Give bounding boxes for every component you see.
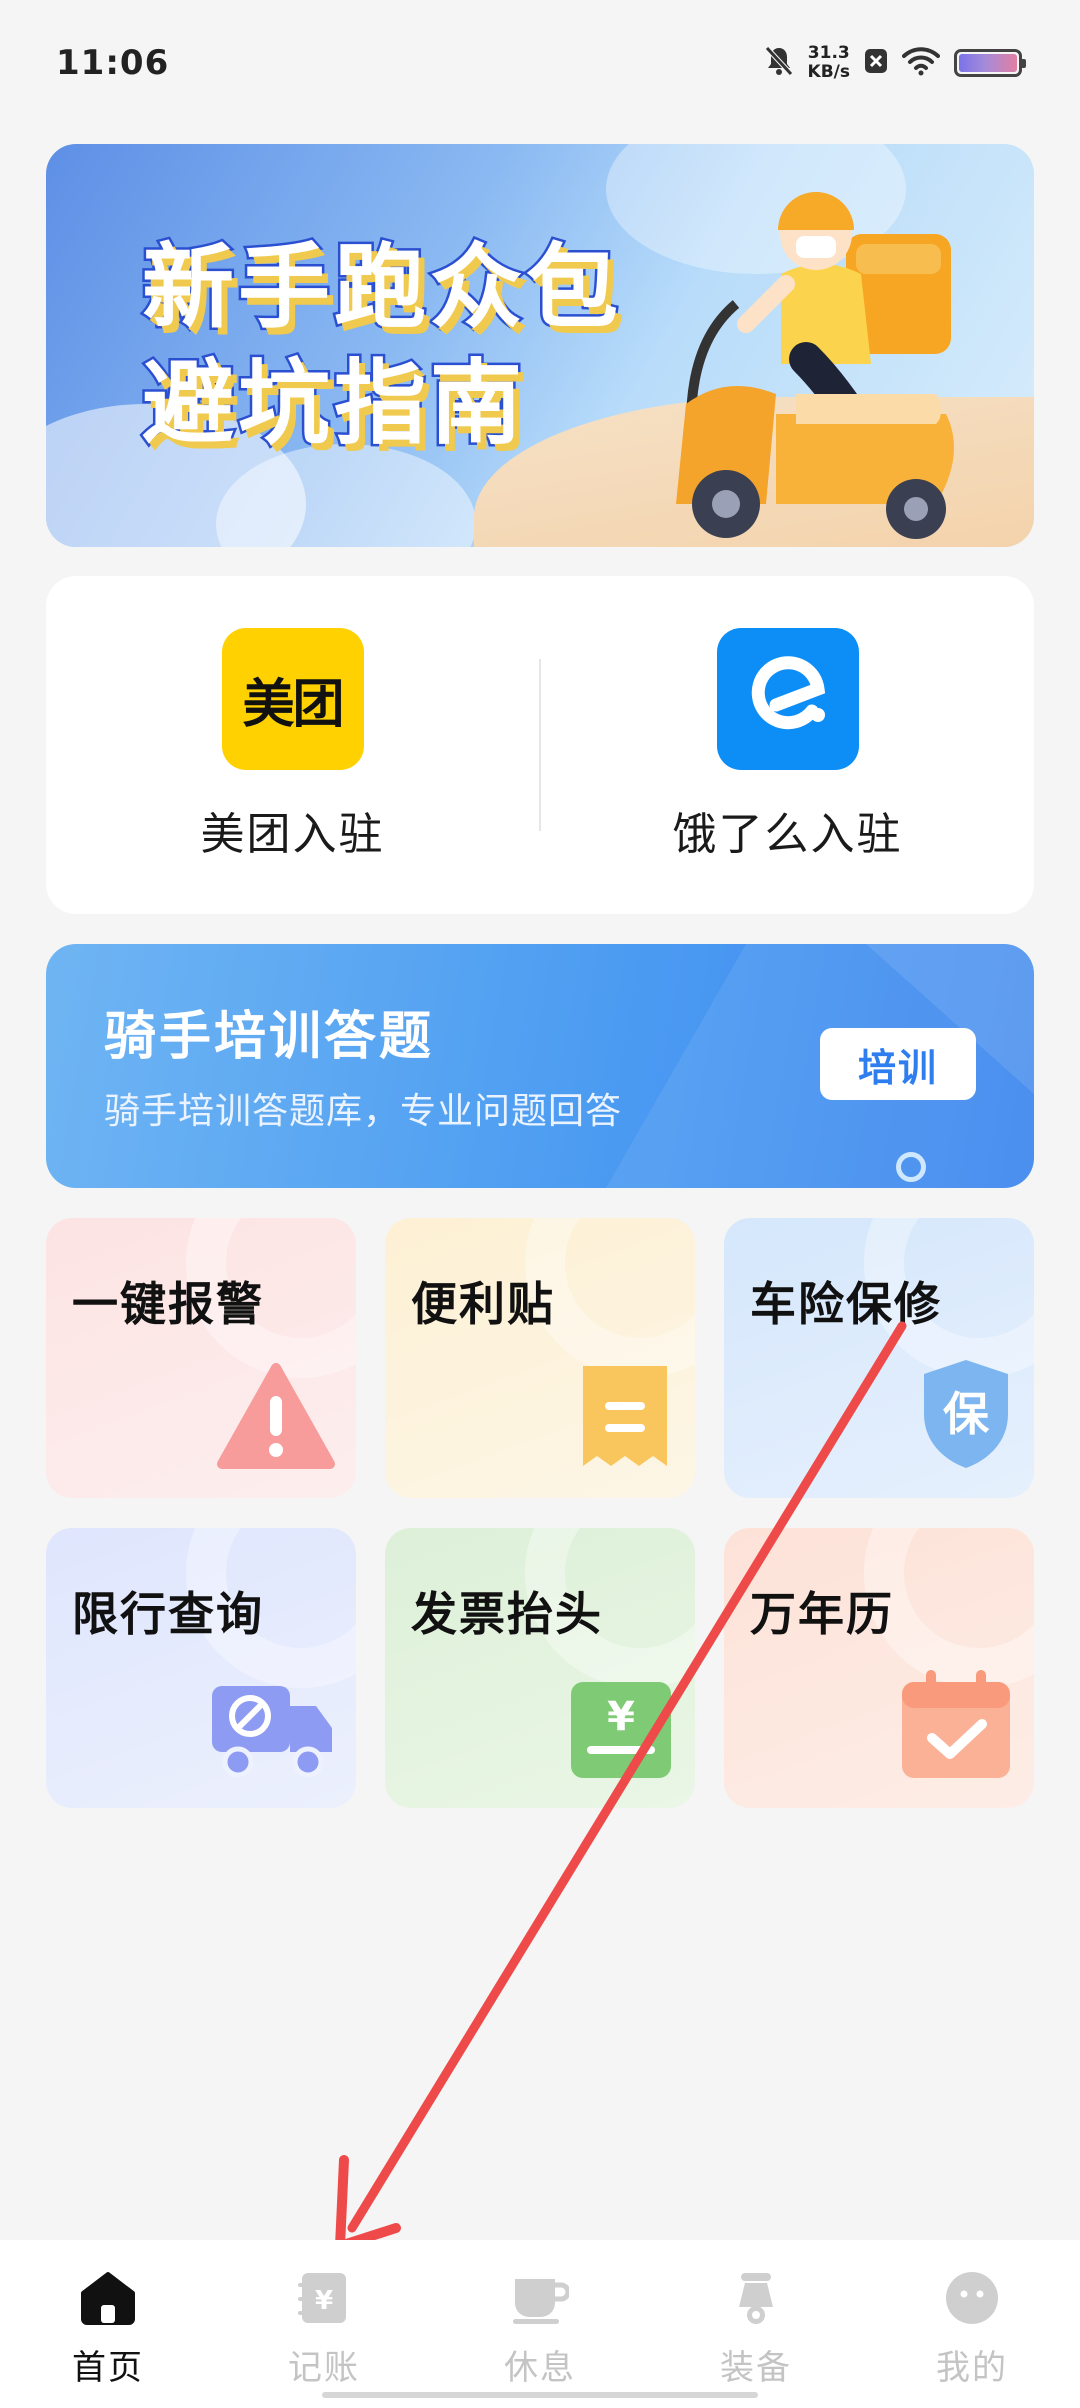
network-speed: 31.3 KB/s	[807, 42, 850, 82]
training-subtitle: 骑手培训答题库，专业问题回答	[104, 1091, 623, 1132]
meituan-logo: 美团	[221, 628, 364, 770]
status-bar: 11:06 31.3 KB/s	[0, 0, 1080, 125]
bottom-nav: 首页 ¥ 记账 休息 装备 我的	[0, 2240, 1080, 2408]
network-speed-value: 31.3	[807, 42, 850, 63]
coffee-cup-icon	[510, 2268, 570, 2328]
nav-label-rest: 休息	[504, 2348, 576, 2388]
banner-title-line1: 新手跑众包	[139, 232, 623, 344]
tool-perpetual-calendar[interactable]: 万年历	[724, 1528, 1034, 1808]
carousel-indicator	[896, 1152, 926, 1182]
nav-item-ledger[interactable]: ¥ 记账	[216, 2240, 432, 2408]
tool-label: 车险保修	[750, 1277, 942, 1331]
tool-label: 便利贴	[411, 1277, 555, 1331]
shield-icon: 保	[924, 1360, 1008, 1468]
wifi-icon	[902, 46, 940, 80]
training-banner[interactable]: 骑手培训答题 骑手培训答题库，专业问题回答 培训	[46, 944, 1034, 1188]
platform-signup-card: 美团 美团入驻 饿了么入驻	[46, 576, 1034, 914]
status-time: 11:06	[56, 42, 170, 83]
home-indicator[interactable]	[322, 2392, 758, 2398]
ledger-icon-char: ¥	[315, 2286, 333, 2316]
tool-label: 发票抬头	[411, 1587, 603, 1641]
close-box-icon	[864, 47, 888, 79]
home-icon	[78, 2268, 138, 2328]
tool-label: 限行查询	[72, 1587, 264, 1641]
meituan-signup[interactable]: 美团 美团入驻	[46, 628, 539, 862]
eleme-signup[interactable]: 饿了么入驻	[541, 628, 1034, 862]
tool-vehicle-insurance[interactable]: 车险保修 保	[724, 1218, 1034, 1498]
tool-sticky-note[interactable]: 便利贴	[385, 1218, 695, 1498]
warning-icon	[217, 1363, 335, 1469]
banner-title: 新手跑众包 避坑指南	[139, 230, 623, 462]
nav-label-profile: 我的	[936, 2348, 1008, 2388]
network-speed-unit: KB/s	[807, 61, 850, 82]
nav-label-ledger: 记账	[288, 2348, 360, 2388]
training-title: 骑手培训答题	[104, 1007, 435, 1067]
scooter-icon	[726, 2268, 786, 2328]
eleme-logo-icon	[716, 628, 859, 770]
tool-label: 一键报警	[72, 1277, 264, 1331]
nav-label-equipment: 装备	[720, 2348, 792, 2388]
nav-item-profile[interactable]: 我的	[864, 2240, 1080, 2408]
shield-char: 保	[943, 1387, 990, 1441]
status-icons: 31.3 KB/s	[764, 42, 1026, 82]
nav-item-rest[interactable]: 休息	[432, 2240, 648, 2408]
tool-emergency-alarm[interactable]: 一键报警	[46, 1218, 356, 1498]
eleme-signup-label: 饿了么入驻	[672, 809, 903, 860]
restricted-truck-icon	[212, 1686, 332, 1778]
delivery-rider-illustration	[676, 192, 954, 539]
tool-invoice-title[interactable]: 发票抬头 ¥	[385, 1528, 695, 1808]
note-icon	[583, 1366, 667, 1466]
ledger-icon: ¥	[294, 2268, 354, 2328]
training-button[interactable]: 培训	[820, 1028, 976, 1100]
calendar-check-icon	[902, 1670, 1010, 1778]
invoice-char: ¥	[607, 1694, 635, 1740]
nav-item-home[interactable]: 首页	[0, 2240, 216, 2408]
battery-icon	[954, 48, 1026, 77]
tool-label: 万年历	[750, 1587, 894, 1641]
nav-item-equipment[interactable]: 装备	[648, 2240, 864, 2408]
banner-title-line2: 避坑指南	[139, 348, 527, 460]
tool-traffic-restriction[interactable]: 限行查询	[46, 1528, 356, 1808]
profile-face-icon	[942, 2268, 1002, 2328]
guide-banner[interactable]: 新手跑众包 避坑指南	[46, 144, 1034, 547]
invoice-icon: ¥	[571, 1682, 671, 1778]
mute-bell-icon	[764, 45, 794, 81]
nav-label-home: 首页	[72, 2348, 144, 2388]
meituan-signup-label: 美团入驻	[200, 809, 385, 860]
